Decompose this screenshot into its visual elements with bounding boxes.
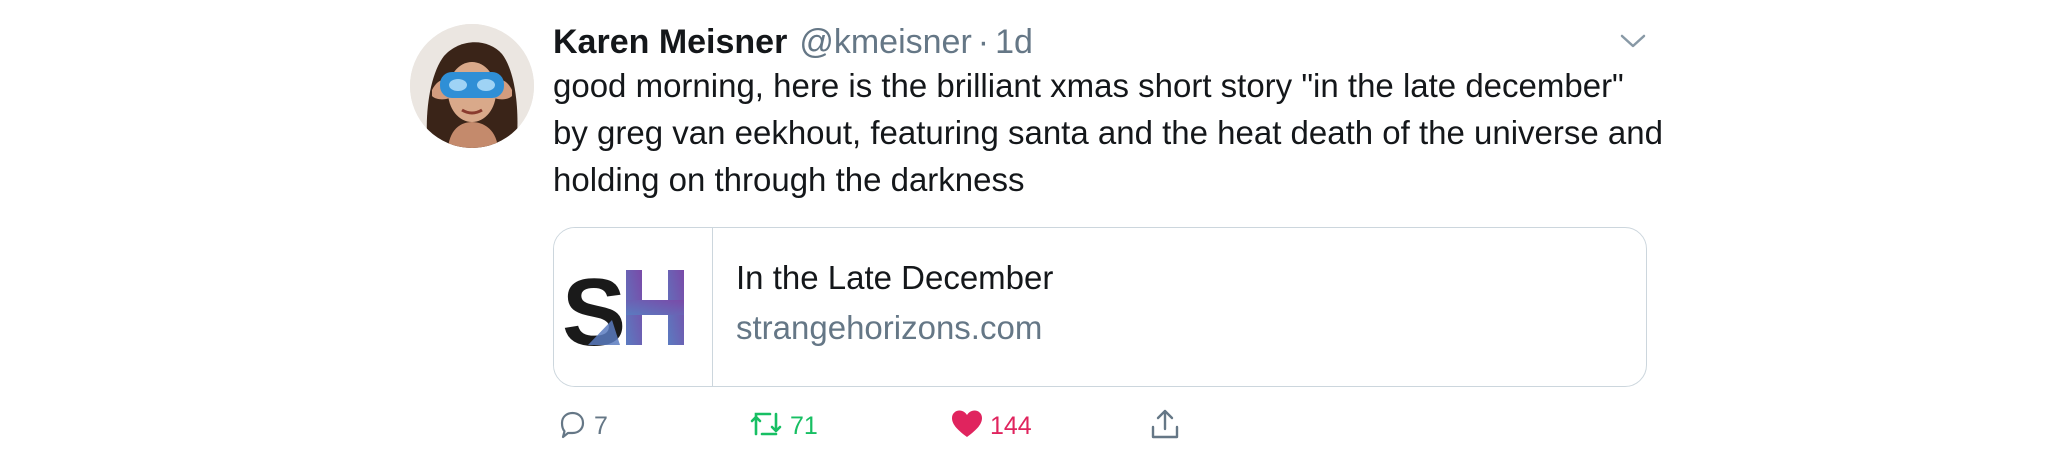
- share-button[interactable]: [1148, 405, 1182, 447]
- author-name[interactable]: Karen Meisner: [553, 18, 787, 66]
- share-icon: [1148, 407, 1182, 446]
- timestamp[interactable]: 1d: [995, 18, 1033, 66]
- like-count: 144: [990, 411, 1032, 440]
- chevron-down-icon[interactable]: [1618, 30, 1648, 52]
- reply-count: 7: [594, 411, 608, 440]
- card-thumbnail: S: [554, 228, 713, 386]
- heart-icon: [950, 408, 984, 445]
- retweet-icon: [748, 408, 784, 445]
- avatar-image: [410, 24, 534, 148]
- separator: ·: [977, 23, 990, 61]
- tweet-text: good morning, here is the brilliant xmas…: [553, 67, 1663, 198]
- link-card[interactable]: S In the Late December strangehorizons.c…: [553, 227, 1647, 387]
- tweet: Karen Meisner @kmeisner · 1d good mornin…: [0, 0, 2048, 456]
- avatar[interactable]: [410, 24, 534, 148]
- strange-horizons-logo: S: [562, 259, 684, 366]
- card-title: In the Late December: [736, 259, 1054, 296]
- author-handle[interactable]: @kmeisner: [799, 18, 971, 66]
- tweet-header: Karen Meisner @kmeisner · 1d: [553, 18, 1033, 66]
- reply-button[interactable]: 7: [556, 405, 608, 447]
- retweet-button[interactable]: 71: [748, 405, 818, 447]
- like-button[interactable]: 144: [950, 405, 1032, 447]
- card-domain: strangehorizons.com: [736, 309, 1043, 346]
- reply-icon: [556, 408, 588, 445]
- svg-text:S: S: [562, 259, 623, 366]
- retweet-count: 71: [790, 411, 818, 440]
